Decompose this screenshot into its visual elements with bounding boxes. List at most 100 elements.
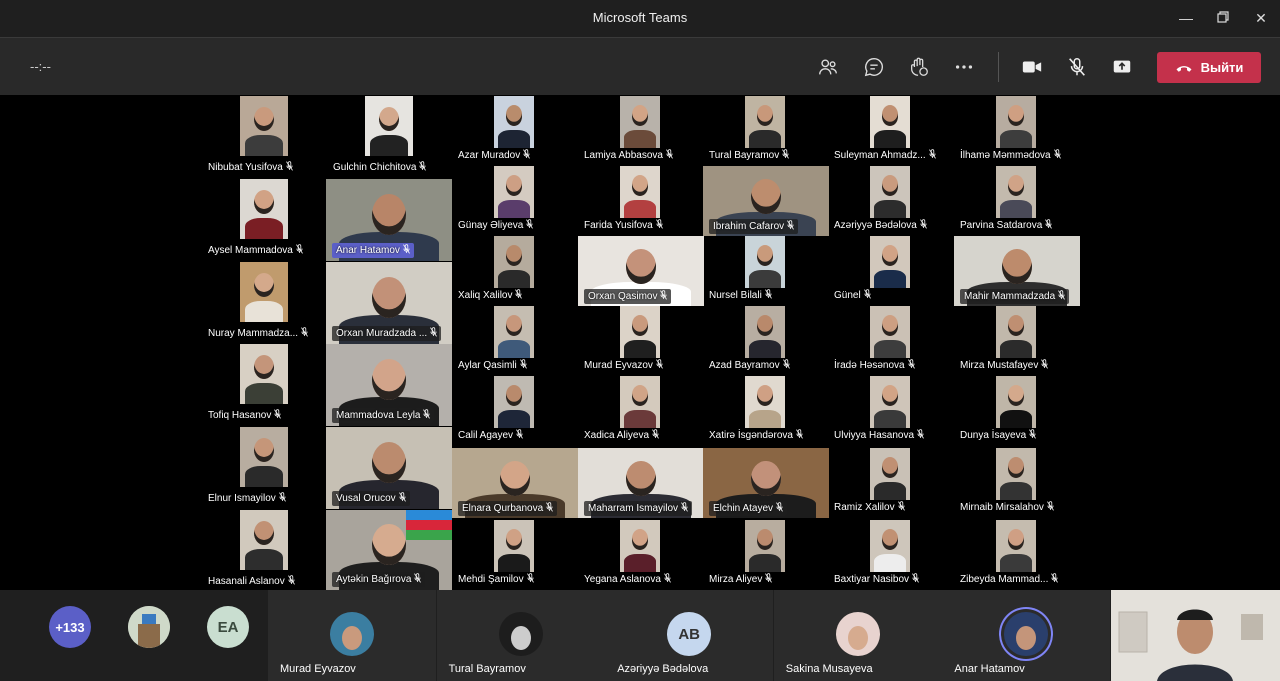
participant-video: [870, 236, 910, 288]
participant-card[interactable]: Anar Hatamov: [942, 590, 1111, 681]
participant-name-tag: Elchin Atayev: [709, 501, 788, 516]
participant-shoulders: [498, 269, 530, 288]
participant-face: [756, 385, 774, 406]
video-tile[interactable]: Xadica Aliyeva: [584, 376, 660, 441]
video-tile[interactable]: Ramiz Xalilov: [834, 448, 910, 513]
video-tile[interactable]: İradə Həsənova: [834, 306, 915, 371]
video-tile[interactable]: Parvina Satdarova: [960, 166, 1053, 231]
video-tile[interactable]: Suleyman Ahmadz...: [834, 96, 936, 161]
mute-button[interactable]: [1064, 54, 1090, 80]
video-tile[interactable]: Zibeyda Mammad...: [960, 520, 1059, 585]
more-participants-badge[interactable]: +133: [49, 606, 91, 648]
participant-name: Hasanali Aslanov: [208, 576, 285, 587]
video-tile[interactable]: Mirnaib Mirsalahov: [960, 448, 1054, 513]
video-tile[interactable]: Orxan Qasimov: [578, 236, 704, 306]
video-tile[interactable]: Yegana Aslanova: [584, 520, 671, 585]
self-video-preview[interactable]: [1111, 590, 1280, 681]
video-tile[interactable]: Günel: [834, 236, 910, 301]
video-tile[interactable]: Aylar Qasimli: [458, 306, 534, 371]
video-tile[interactable]: Aytəkin Bağırova: [326, 510, 452, 590]
video-tile[interactable]: Nursel Bilali: [709, 236, 785, 301]
chat-icon: [864, 58, 883, 77]
participant-name-tag: Ramiz Xalilov: [834, 501, 905, 514]
video-tile[interactable]: İlhamə Məmmədova: [960, 96, 1061, 161]
microphone-off-icon: [907, 359, 915, 372]
video-tile[interactable]: Elnara Qurbanova: [452, 448, 578, 518]
video-tile[interactable]: Nuray Mammadza...: [208, 262, 308, 339]
video-tile[interactable]: Hasanali Aslanov: [208, 510, 295, 587]
minimize-icon[interactable]: —: [1174, 6, 1198, 30]
video-tile[interactable]: Mahir Mammadzada: [954, 236, 1080, 306]
more-actions-button[interactable]: [951, 54, 977, 80]
video-tile[interactable]: Nibubat Yusifova: [208, 96, 293, 173]
video-tile[interactable]: Tural Bayramov: [709, 96, 790, 161]
video-tile[interactable]: Ulviyya Hasanova: [834, 376, 924, 441]
participant-face: [505, 315, 523, 336]
participant-name: İlhamə Məmmədova: [960, 150, 1051, 161]
video-tile[interactable]: Azəriyyə Bədəlova: [834, 166, 927, 231]
video-camera-icon: [1022, 61, 1042, 73]
video-tile[interactable]: Tofiq Hasanov: [208, 344, 288, 421]
video-tile[interactable]: Orxan Muradzada ...: [326, 262, 452, 344]
participant-name-tag: Calil Agayev: [458, 429, 523, 442]
video-tile[interactable]: Anar Hatamov: [326, 179, 452, 261]
participant-name-tag: Orxan Qasimov: [584, 289, 672, 304]
microphone-off-icon: [515, 289, 523, 302]
participant-face: [253, 354, 275, 379]
restore-icon[interactable]: [1211, 6, 1235, 30]
video-tile[interactable]: Ibrahim Cafarov: [703, 166, 829, 236]
video-tile[interactable]: Maharram Ismayilov: [578, 448, 704, 518]
video-tile[interactable]: Elnur Ismayilov: [208, 427, 288, 504]
video-tile[interactable]: Dunya İsayeva: [960, 376, 1037, 441]
share-screen-button[interactable]: [1109, 54, 1135, 80]
participant-face: [1007, 175, 1025, 196]
video-tile[interactable]: Mirza Aliyev: [709, 520, 785, 585]
video-tile[interactable]: Calil Agayev: [458, 376, 534, 441]
participant-card[interactable]: Sakina Musayeva: [773, 590, 942, 681]
participant-avatar: [498, 612, 543, 656]
microphone-off-icon: [666, 149, 673, 162]
video-tile[interactable]: Mammadova Leyla: [326, 344, 452, 426]
participant-avatar-initials[interactable]: EA: [207, 606, 249, 648]
participant-video: [494, 96, 534, 148]
participant-avatar[interactable]: [128, 606, 170, 648]
video-tile[interactable]: Farida Yusifova: [584, 166, 663, 231]
participant-video: [745, 236, 785, 288]
video-tile[interactable]: Mehdi Şamilov: [458, 520, 534, 585]
leave-button[interactable]: Выйти: [1157, 52, 1261, 83]
video-tile[interactable]: Murad Eyvazov: [584, 306, 663, 371]
video-tile[interactable]: Aysel Mammadova: [208, 179, 303, 256]
video-tile[interactable]: Baxtiyar Nasibov: [834, 520, 919, 585]
video-tile[interactable]: Lamiya Abbasova: [584, 96, 673, 161]
participant-name-tag: Maharram Ismayilov: [584, 501, 693, 516]
participant-card[interactable]: AB Azəriyyə Bədəlova: [605, 590, 774, 681]
video-tile[interactable]: Azar Muradov: [458, 96, 534, 161]
video-tile[interactable]: Xaliq Xalilov: [458, 236, 534, 301]
participant-shoulders: [369, 135, 409, 156]
video-tile[interactable]: Gulchin Chichitova: [333, 96, 427, 173]
participant-shoulders: [498, 339, 530, 358]
participant-shoulders: [244, 549, 284, 570]
participant-shoulders: [874, 481, 906, 500]
participant-card[interactable]: Murad Eyvazov: [268, 590, 436, 681]
video-tile[interactable]: Mirza Mustafayev: [960, 306, 1049, 371]
camera-button[interactable]: [1019, 54, 1045, 80]
participant-video: [996, 376, 1036, 428]
reactions-button[interactable]: [906, 54, 932, 80]
participant-name: Aysel Mammadova: [208, 245, 293, 256]
participant-card[interactable]: Tural Bayramov: [436, 590, 605, 681]
microphone-off-icon: [652, 429, 659, 442]
close-icon[interactable]: ✕: [1249, 6, 1273, 30]
participant-name: Murad Eyvazov: [584, 360, 653, 371]
video-tile[interactable]: Xatirə İsgəndərova: [709, 376, 803, 441]
participants-button[interactable]: [815, 54, 841, 80]
participant-name-tag: Xadica Aliyeva: [584, 429, 659, 442]
video-tile[interactable]: Elchin Atayev: [703, 448, 829, 518]
participant-name-tag: Murad Eyvazov: [280, 663, 370, 681]
microphone-off-icon: [301, 327, 308, 340]
video-tile[interactable]: Azad Bayramov: [709, 306, 790, 371]
video-tile[interactable]: Vusal Orucov: [326, 427, 452, 509]
microphone-off-icon: [1051, 573, 1059, 586]
video-tile[interactable]: Günay Əliyeva: [458, 166, 534, 231]
chat-button[interactable]: [861, 54, 887, 80]
